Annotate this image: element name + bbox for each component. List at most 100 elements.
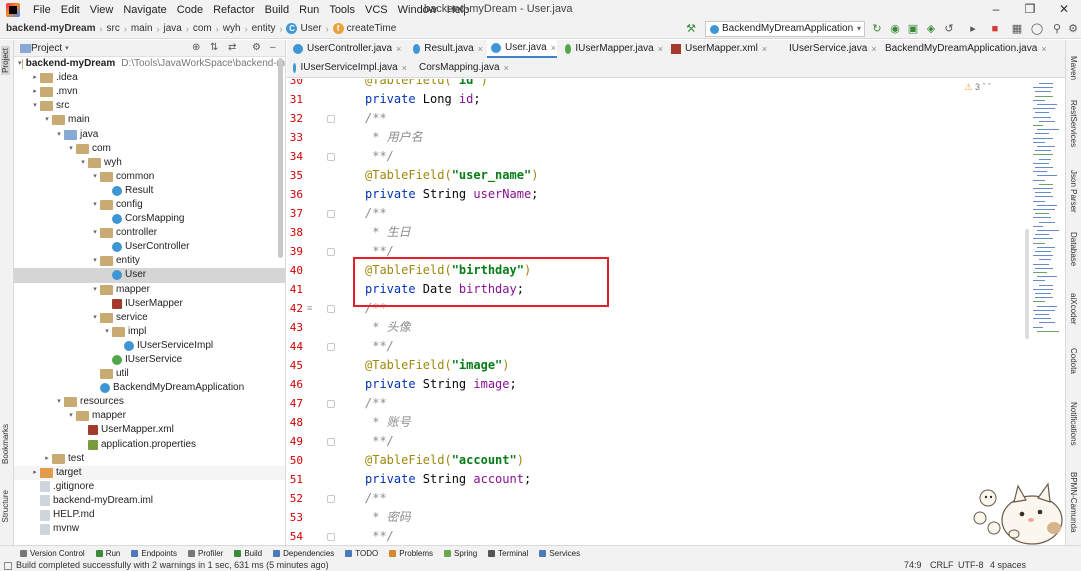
- tree-item[interactable]: ▾ service: [14, 311, 285, 325]
- editor-tab[interactable]: User.java ×: [487, 40, 557, 58]
- tree-item[interactable]: .gitignore: [14, 480, 285, 494]
- settings-gear-icon[interactable]: ⚙: [1066, 22, 1080, 36]
- breadcrumb-com[interactable]: com: [191, 23, 214, 34]
- file-encoding[interactable]: UTF-8: [958, 560, 984, 571]
- bookmark-icon[interactable]: ◯: [1030, 22, 1044, 36]
- tree-item[interactable]: ▸ target: [14, 465, 285, 480]
- code-line[interactable]: **/: [365, 147, 394, 166]
- tree-item[interactable]: ▾ backend-myDream D:\Tools\JavaWorkSpace\b…: [14, 57, 285, 71]
- tree-item[interactable]: ▾ mapper: [14, 409, 285, 423]
- profiler-icon[interactable]: ◈: [924, 22, 938, 36]
- code-line[interactable]: **/: [365, 337, 394, 356]
- tree-item[interactable]: backend-myDream.iml: [14, 494, 285, 508]
- editor-tab[interactable]: IUserService.java ×: [781, 40, 877, 58]
- expand-down-icon[interactable]: ▾: [90, 254, 100, 268]
- tool-tab-version-control[interactable]: Version Control: [0, 549, 92, 558]
- expand-down-icon[interactable]: ▾: [66, 142, 76, 156]
- tree-item[interactable]: IUserServiceImpl: [14, 339, 285, 353]
- rename-refactor-icon[interactable]: ≡: [307, 303, 319, 313]
- tree-item[interactable]: ▾ main: [14, 113, 285, 127]
- expand-down-icon[interactable]: ▾: [90, 311, 100, 325]
- code-line[interactable]: * 账号: [365, 413, 410, 432]
- project-view-selector[interactable]: Project: [31, 43, 62, 54]
- breadcrumb-src[interactable]: src: [104, 23, 121, 34]
- code-line[interactable]: private String image;: [365, 375, 517, 394]
- status-message[interactable]: Build completed successfully with 2 warn…: [4, 560, 329, 571]
- tree-item[interactable]: ▾ impl: [14, 325, 285, 339]
- expand-down-icon[interactable]: ▾: [30, 99, 40, 113]
- tool-tab-services[interactable]: Services: [535, 549, 587, 558]
- code-line[interactable]: @TableField("user_name"): [365, 166, 538, 185]
- chevron-up-icon[interactable]: ˆ: [982, 82, 985, 92]
- right-tool-tab-codota[interactable]: Codota: [1069, 348, 1078, 374]
- expand-right-icon[interactable]: ▸: [30, 466, 40, 480]
- code-line[interactable]: * 密码: [365, 508, 410, 527]
- right-tool-tab-bpmn-camunda[interactable]: BPMN-Camunda: [1069, 472, 1078, 532]
- expand-right-icon[interactable]: ▸: [30, 85, 40, 99]
- caret-position[interactable]: 74:9: [904, 560, 922, 571]
- debug-icon[interactable]: ◉: [888, 22, 902, 36]
- fold-marker-icon[interactable]: [327, 210, 335, 218]
- collapse-all-icon[interactable]: ⇄: [228, 42, 236, 53]
- code-line[interactable]: @TableField("image"): [365, 356, 510, 375]
- breadcrumb-project[interactable]: backend-myDream: [0, 23, 97, 34]
- tree-item[interactable]: application.properties: [14, 438, 285, 452]
- inspection-widget[interactable]: ⚠ 3 ˆ ˇ: [964, 82, 991, 93]
- code-line[interactable]: * 头像: [365, 318, 410, 337]
- tree-item[interactable]: ▾ resources: [14, 395, 285, 409]
- code-line[interactable]: /**: [365, 394, 387, 413]
- expand-down-icon[interactable]: ▾: [90, 170, 100, 184]
- code-line[interactable]: /**: [365, 204, 387, 223]
- tree-item[interactable]: IUserMapper: [14, 297, 285, 311]
- run-configuration-select[interactable]: BackendMyDreamApplication ▾: [705, 21, 865, 37]
- options-gear-icon[interactable]: ⚙: [252, 42, 261, 53]
- close-tab-icon[interactable]: ×: [478, 40, 483, 58]
- close-tab-icon[interactable]: ×: [762, 40, 767, 58]
- expand-down-icon[interactable]: ▾: [54, 395, 64, 409]
- breadcrumb-class[interactable]: C User: [284, 23, 323, 34]
- close-tab-icon[interactable]: ×: [871, 40, 876, 58]
- stop-icon[interactable]: ■: [988, 22, 1002, 36]
- expand-all-icon[interactable]: ⇅: [210, 42, 218, 53]
- menu-view[interactable]: View: [85, 4, 119, 16]
- editor-tab[interactable]: BackendMyDreamApplication.java ×: [877, 40, 1047, 58]
- breadcrumb-wyh[interactable]: wyh: [221, 23, 243, 34]
- tool-tab-profiler[interactable]: Profiler: [184, 549, 230, 558]
- code-editor[interactable]: 30 31 32 33 34 35 36 37 38 39 40 41 42 43 44 45 46 47 48 49…: [287, 79, 1065, 545]
- tree-item[interactable]: ▸ .idea: [14, 71, 285, 85]
- code-line[interactable]: **/: [365, 432, 394, 451]
- tool-tab-todo[interactable]: TODO: [341, 549, 385, 558]
- tree-item[interactable]: ▾ entity: [14, 254, 285, 268]
- tree-item[interactable]: IUserService: [14, 353, 285, 367]
- tree-item[interactable]: ▸ test: [14, 452, 285, 466]
- right-tool-tab-aixcoder[interactable]: aiXcoder: [1069, 293, 1078, 325]
- fold-marker-icon[interactable]: [327, 115, 335, 123]
- tree-item[interactable]: BackendMyDreamApplication: [14, 381, 285, 395]
- tree-item[interactable]: ▾ wyh: [14, 156, 285, 170]
- tree-item[interactable]: ▾ com: [14, 142, 285, 156]
- right-tool-tab-notifications[interactable]: Notifications: [1069, 402, 1078, 446]
- close-tab-icon[interactable]: ×: [658, 40, 663, 58]
- restore-icon[interactable]: ❐: [1013, 0, 1047, 19]
- fold-marker-icon[interactable]: [327, 343, 335, 351]
- minimize-icon[interactable]: –: [979, 0, 1013, 19]
- expand-right-icon[interactable]: ▸: [30, 71, 40, 85]
- tree-item[interactable]: UserMapper.xml: [14, 423, 285, 437]
- fold-marker-icon[interactable]: [327, 400, 335, 408]
- menu-file[interactable]: File: [28, 4, 56, 16]
- tree-item[interactable]: ▾ controller: [14, 226, 285, 240]
- code-line[interactable]: private Long id;: [365, 90, 481, 109]
- breadcrumb-java[interactable]: java: [162, 23, 184, 34]
- editor-tab[interactable]: UserMapper.xml ×: [667, 40, 777, 58]
- code-line[interactable]: @TableField("id"): [365, 79, 488, 90]
- tree-item[interactable]: ▾ java: [14, 127, 285, 141]
- right-tool-tab-json-parser[interactable]: Json Parser: [1069, 170, 1078, 213]
- close-tab-icon[interactable]: ×: [1041, 40, 1046, 58]
- expand-down-icon[interactable]: ▾: [66, 409, 76, 423]
- editor-tab[interactable]: CorsMapping.java ×: [411, 59, 509, 77]
- editor-tab[interactable]: IUserServiceImpl.java ×: [289, 59, 407, 77]
- editor-tab[interactable]: UserController.java ×: [289, 40, 405, 58]
- status-toggle-icon[interactable]: [4, 561, 12, 570]
- tree-item[interactable]: ▸ .mvn: [14, 85, 285, 99]
- close-window-icon[interactable]: ✕: [1047, 0, 1081, 19]
